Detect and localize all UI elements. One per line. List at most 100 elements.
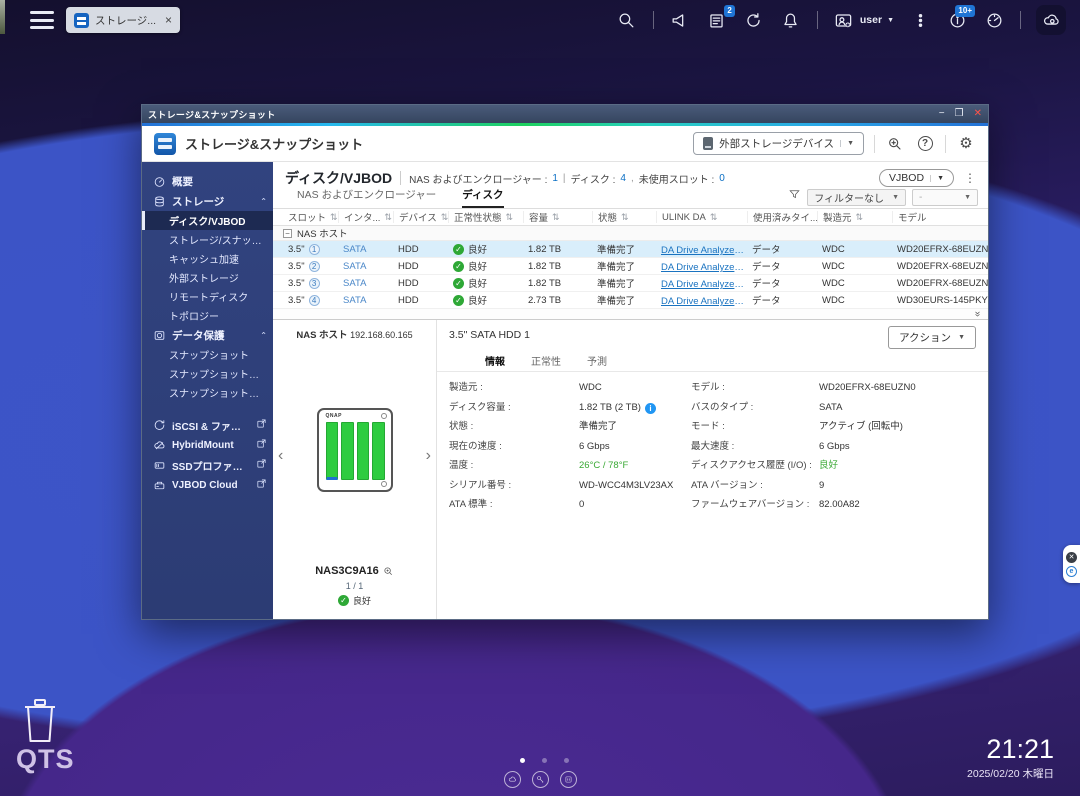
tab-close-icon[interactable]: × — [165, 14, 172, 26]
column-header-7[interactable]: 使用済みタイ... — [747, 211, 817, 223]
chevron-up-icon[interactable]: ⌃ — [260, 331, 267, 340]
background-tasks-icon[interactable]: 2 — [706, 9, 728, 31]
dock-device-icon[interactable]: e — [1066, 566, 1077, 577]
sidebar-item-1[interactable]: ストレージ⌃ — [142, 191, 273, 211]
table-row-4[interactable]: 3.5"4SATAHDD✓良好2.73 TB準備完了DA Drive Analy… — [273, 292, 988, 309]
myqnapcloud-link-icon[interactable] — [504, 771, 521, 788]
table-row-2[interactable]: 3.5"2SATAHDD✓良好1.82 TB準備完了DA Drive Analy… — [273, 258, 988, 275]
slot-number-badge: 1 — [309, 244, 320, 255]
sidebar-item-11[interactable]: スナップショットボールト — [142, 383, 273, 402]
maximize-button[interactable]: ❒ — [955, 109, 964, 119]
external-storage-device-button[interactable]: 外部ストレージデバイス ▼ — [693, 132, 864, 155]
sidebar-item-13[interactable]: HybridMount — [142, 435, 273, 455]
window-titlebar[interactable]: ストレージ&スナップショット − ❒ ✕ — [142, 105, 988, 123]
sort-icon[interactable]: ⇅ — [506, 212, 514, 223]
sort-icon[interactable]: ⇅ — [384, 212, 392, 223]
taskbar-tab-storage[interactable]: ストレージ... × — [66, 7, 180, 33]
more-options-kebab-icon[interactable] — [909, 9, 931, 31]
sidebar-item-6[interactable]: リモートディスク — [142, 287, 273, 306]
notifications-bell-icon[interactable] — [780, 9, 802, 31]
sync-icon[interactable] — [743, 9, 765, 31]
filter-funnel-icon[interactable] — [788, 188, 801, 206]
filter-dropdown[interactable]: フィルターなし ▼ — [807, 189, 906, 206]
column-header-3[interactable]: 正常性状態⇅ — [448, 211, 523, 223]
sidebar-item-3[interactable]: ストレージ/スナップショ... — [142, 230, 273, 249]
sort-icon[interactable]: ⇅ — [710, 212, 718, 223]
announcement-icon[interactable] — [669, 9, 691, 31]
drive-bay-2[interactable] — [341, 422, 354, 480]
sidebar-item-2[interactable]: ディスク/VJBOD — [142, 211, 273, 230]
page-kebab-menu-icon[interactable]: ⋮ — [962, 171, 978, 185]
page-dot-0[interactable] — [520, 758, 525, 763]
sort-icon[interactable]: ⇅ — [441, 212, 448, 223]
da-drive-analyzer-link[interactable]: DA Drive Analyzer を... — [661, 259, 747, 273]
collapse-panel-chevron-icon[interactable]: » — [972, 311, 982, 317]
collapse-group-icon[interactable]: − — [283, 229, 292, 238]
da-drive-analyzer-link[interactable]: DA Drive Analyzer を... — [661, 276, 747, 290]
table-row-3[interactable]: 3.5"3SATAHDD✓良好1.82 TB準備完了DA Drive Analy… — [273, 275, 988, 292]
dashboard-pause-icon[interactable] — [560, 771, 577, 788]
drive-bay-3[interactable] — [357, 422, 370, 480]
chevron-up-icon[interactable]: ⌃ — [260, 197, 267, 206]
column-header-8[interactable]: 製造元⇅ — [817, 211, 892, 223]
sort-icon[interactable]: ⇅ — [552, 212, 560, 223]
column-header-0[interactable]: スロット⇅ — [283, 211, 338, 223]
column-header-1[interactable]: インタ...⇅ — [338, 211, 393, 223]
global-scan-icon[interactable] — [885, 134, 905, 154]
drive-bay-1[interactable] — [326, 422, 339, 480]
drive-bay-4[interactable] — [372, 422, 385, 480]
system-info-icon[interactable]: 10+ — [946, 9, 968, 31]
detail-tab-1[interactable]: 正常性 — [531, 353, 561, 371]
vjbod-button[interactable]: VJBOD ▼ — [879, 169, 954, 187]
nas-enclosure-image[interactable]: QNAP — [317, 408, 393, 492]
page-dot-2[interactable] — [564, 758, 569, 763]
sidebar-item-9[interactable]: スナップショット — [142, 345, 273, 364]
zoom-in-icon[interactable] — [383, 566, 394, 577]
settings-gear-icon[interactable]: ⚙ — [956, 134, 976, 154]
tab-1[interactable]: ディスク — [462, 187, 503, 208]
detail-tab-0[interactable]: 情報 — [485, 353, 505, 371]
sidebar-item-4[interactable]: キャッシュ加速 — [142, 249, 273, 268]
field-label: ディスク容量 : — [449, 398, 579, 418]
qsync-key-icon[interactable] — [532, 771, 549, 788]
main-menu-icon[interactable] — [30, 11, 54, 29]
user-menu[interactable]: user ▼ — [833, 9, 894, 31]
sidebar-item-7[interactable]: トポロジー — [142, 306, 273, 325]
sidebar-item-12[interactable]: iSCSI & ファイバー... — [142, 415, 273, 435]
sort-icon[interactable]: ⇅ — [856, 212, 864, 223]
column-header-4[interactable]: 容量⇅ — [523, 211, 592, 223]
da-drive-analyzer-link[interactable]: DA Drive Analyzer を... — [661, 293, 747, 307]
detail-tab-2[interactable]: 予測 — [587, 353, 607, 371]
edge-dock-widget[interactable]: ✕ e — [1063, 545, 1080, 583]
resource-monitor-icon[interactable] — [983, 9, 1005, 31]
carousel-prev-icon[interactable]: ‹ — [278, 448, 283, 464]
page-dot-1[interactable] — [542, 758, 547, 763]
column-header-6[interactable]: ULINK DA⇅ — [656, 211, 747, 223]
search-icon[interactable] — [616, 9, 638, 31]
tab-0[interactable]: NAS およびエンクロージャー — [297, 187, 436, 208]
sidebar-item-5[interactable]: 外部ストレージ — [142, 268, 273, 287]
column-header-9[interactable]: モデル — [892, 211, 988, 223]
action-button[interactable]: アクション ▼ — [888, 326, 976, 349]
carousel-next-icon[interactable]: › — [426, 448, 431, 464]
sidebar-item-8[interactable]: データ保護⌃ — [142, 325, 273, 345]
myqnapcloud-button[interactable] — [1036, 5, 1066, 35]
close-button[interactable]: ✕ — [974, 109, 982, 119]
column-header-2[interactable]: デバイス⇅ — [393, 211, 448, 223]
recycle-bin-icon[interactable] — [22, 698, 58, 749]
sidebar-item-0[interactable]: 概要 — [142, 171, 273, 191]
da-drive-analyzer-link[interactable]: DA Drive Analyzer を... — [661, 242, 747, 256]
taskbar-divider — [817, 11, 818, 29]
dock-eject-icon[interactable]: ✕ — [1066, 552, 1077, 563]
help-icon[interactable]: ? — [915, 134, 935, 154]
sidebar-item-15[interactable]: VJBOD Cloud — [142, 475, 273, 495]
column-header-5[interactable]: 状態⇅ — [592, 211, 656, 223]
minimize-button[interactable]: − — [939, 109, 945, 119]
table-row-1[interactable]: 3.5"1SATAHDD✓良好1.82 TB準備完了DA Drive Analy… — [273, 241, 988, 258]
sort-icon[interactable]: ⇅ — [621, 212, 629, 223]
sort-icon[interactable]: ⇅ — [330, 212, 338, 223]
secondary-dropdown[interactable]: - ▼ — [912, 189, 978, 206]
sidebar-item-14[interactable]: SSDプロファイリン... — [142, 455, 273, 475]
info-icon[interactable]: i — [645, 403, 656, 414]
sidebar-item-10[interactable]: スナップショットレプリカ — [142, 364, 273, 383]
